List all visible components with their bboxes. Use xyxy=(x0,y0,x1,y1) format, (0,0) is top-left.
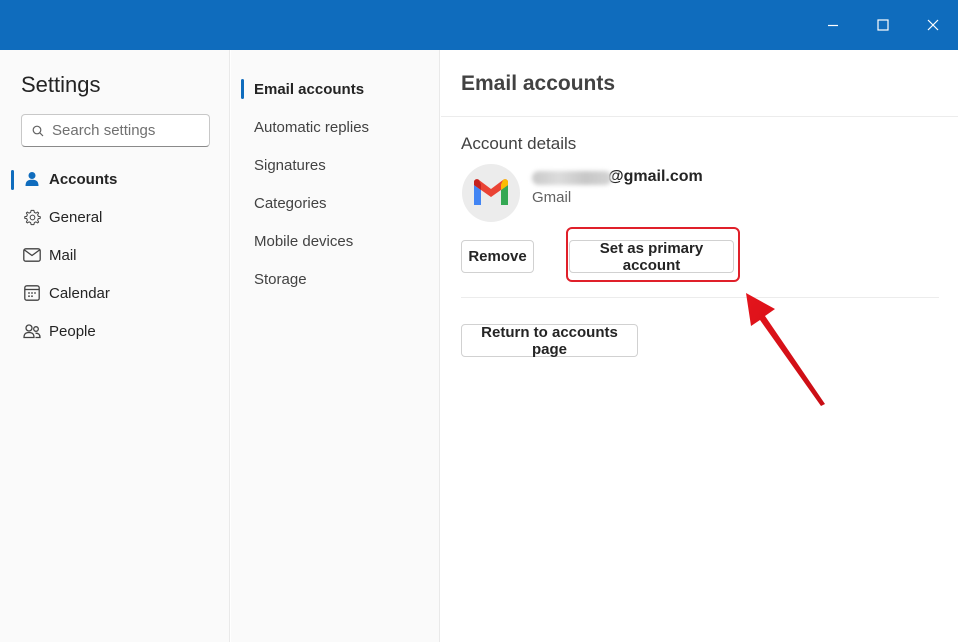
close-button[interactable] xyxy=(918,10,948,40)
email-domain: @gmail.com xyxy=(608,168,703,185)
section-divider xyxy=(461,297,939,298)
sidebar-item-accounts[interactable]: Accounts xyxy=(11,162,221,196)
title-bar xyxy=(0,0,958,50)
return-to-accounts-button[interactable]: Return to accounts page xyxy=(461,324,638,358)
minimize-button[interactable] xyxy=(818,10,848,40)
sidebar-item-mail[interactable]: Mail xyxy=(11,238,221,272)
sidebar-item-label: General xyxy=(49,208,103,226)
sidebar-item-label: People xyxy=(49,322,96,340)
account-details-label: Account details xyxy=(461,134,577,153)
sidebar-item-label: Calendar xyxy=(49,284,110,302)
subnav-mobile-devices[interactable]: Mobile devices xyxy=(241,225,431,257)
maximize-button[interactable] xyxy=(868,10,898,40)
active-indicator xyxy=(241,79,244,99)
subnav-label: Mobile devices xyxy=(254,232,354,250)
close-icon xyxy=(927,19,939,31)
subnav-label: Categories xyxy=(254,194,327,212)
search-input[interactable] xyxy=(52,122,202,139)
search-icon xyxy=(32,125,44,136)
blurred-username xyxy=(532,171,612,185)
settings-title: Settings xyxy=(21,72,101,97)
account-provider: Gmail xyxy=(532,189,572,206)
subnav-label: Automatic replies xyxy=(254,118,370,136)
header-divider xyxy=(441,116,958,117)
accounts-subnav: Email accounts Automatic replies Signatu… xyxy=(231,50,440,642)
sidebar-item-general[interactable]: General xyxy=(11,200,221,234)
minimize-icon xyxy=(828,24,838,27)
active-indicator xyxy=(11,170,14,190)
sidebar-item-calendar[interactable]: Calendar xyxy=(11,276,221,310)
subnav-label: Email accounts xyxy=(254,80,365,98)
subnav-categories[interactable]: Categories xyxy=(241,187,431,219)
page-title: Email accounts xyxy=(461,72,616,95)
people-icon xyxy=(23,322,41,340)
search-box[interactable] xyxy=(21,114,210,147)
avatar xyxy=(462,164,520,222)
remove-button[interactable]: Remove xyxy=(461,240,534,273)
settings-sidebar: Settings Accounts General Mail Calendar … xyxy=(0,50,230,642)
account-email: @gmail.com xyxy=(532,168,703,186)
gmail-logo-icon xyxy=(474,179,508,205)
gear-icon xyxy=(23,208,41,226)
maximize-icon xyxy=(877,19,889,31)
subnav-label: Storage xyxy=(254,270,307,288)
subnav-storage[interactable]: Storage xyxy=(241,263,431,295)
sidebar-item-people[interactable]: People xyxy=(11,314,221,348)
subnav-automatic-replies[interactable]: Automatic replies xyxy=(241,111,431,143)
calendar-icon xyxy=(23,284,41,302)
subnav-label: Signatures xyxy=(254,156,326,174)
subnav-email-accounts[interactable]: Email accounts xyxy=(241,73,431,105)
mail-icon xyxy=(23,246,41,264)
email-accounts-panel: Email accounts Account details @gmail.co… xyxy=(441,50,958,642)
sidebar-item-label: Mail xyxy=(49,246,77,264)
sidebar-item-label: Accounts xyxy=(49,170,118,188)
person-icon xyxy=(23,170,41,188)
subnav-signatures[interactable]: Signatures xyxy=(241,149,431,181)
highlight-box xyxy=(566,227,740,282)
